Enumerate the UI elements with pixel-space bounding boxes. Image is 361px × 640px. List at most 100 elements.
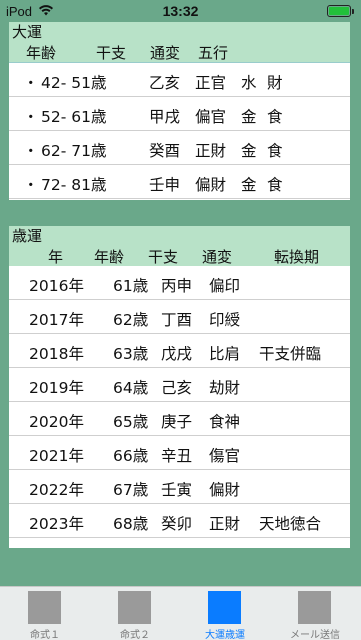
taiun-row-gogyo-2: 食 [267, 108, 283, 126]
saiun-row-kanshi: 庚子 [161, 413, 193, 431]
saiun-row[interactable]: 2024年 69歳 甲辰 偏官 天戦地沖 [9, 538, 350, 548]
taiun-row-gogyo-1: 金 [241, 142, 257, 160]
saiun-row-age: 61歳 [113, 277, 149, 295]
saiun-row-tsuhen: 劫財 [209, 379, 241, 397]
meishiki-1-icon [28, 591, 61, 624]
taiun-row-kanshi: 癸酉 [149, 142, 181, 160]
saiun-row-year: 2017年 [29, 311, 84, 329]
saiun-list[interactable]: 2016年 61歳 丙申 偏印 2017年 62歳 丁酉 印綬 2018年 63歳 戊戌 比肩 干支併臨… [9, 266, 350, 548]
taiun-panel: 大運 年齢 干支 通変 五行 ・ 42- 51歳 乙亥 正官水財・ 52- 61歳 甲戌偏… [9, 22, 350, 218]
saiun-row-kanshi: 癸卯 [161, 515, 193, 533]
battery-tip [352, 9, 354, 14]
saiun-row-age: 63歳 [113, 345, 149, 363]
saiun-row[interactable]: 2018年 63歳 戊戌 比肩 干支併臨 [9, 334, 350, 368]
saiun-row-kanshi: 己亥 [161, 379, 193, 397]
saiun-row-year: 2024年 [29, 546, 84, 548]
saiun-row-year: 2023年 [29, 515, 84, 533]
taiun-row-gogyo-2: 食 [267, 176, 283, 194]
tab-label: メール送信 [290, 630, 340, 640]
taiun-row-bullet: ・ [23, 142, 39, 160]
taiun-column-headers: 年齢 干支 通変 五行 [12, 42, 347, 62]
taiun-saiun-icon [208, 591, 241, 624]
saiun-row-tsuhen: 印綬 [209, 311, 241, 329]
taiun-row-age: 72- 81歳 [41, 176, 107, 194]
saiun-row[interactable]: 2021年 66歳 辛丑 傷官 [9, 436, 350, 470]
tab-meishiki-2[interactable]: 命式２ [90, 587, 180, 640]
meishiki-2-icon [118, 591, 151, 624]
taiun-row-gogyo-1: 水 [241, 74, 257, 92]
saiun-row-tsuhen: 食神 [209, 413, 241, 431]
saiun-row-kanshi: 壬寅 [161, 481, 193, 499]
saiun-row-age: 64歳 [113, 379, 149, 397]
taiun-row-bullet: ・ [23, 108, 39, 126]
saiun-row-tenkan: 天地徳合 [259, 515, 322, 533]
taiun-row-bullet: ・ [23, 74, 39, 92]
saiun-row-kanshi: 辛丑 [161, 447, 193, 465]
saiun-row-age: 66歳 [113, 447, 149, 465]
tab-mail-send[interactable]: メール送信 [270, 587, 360, 640]
status-bar: iPod 13:32 [0, 0, 361, 22]
saiun-row-year: 2019年 [29, 379, 84, 397]
saiun-row[interactable]: 2023年 68歳 癸卯 正財 天地徳合 [9, 504, 350, 538]
saiun-row-year: 2020年 [29, 413, 84, 431]
taiun-row-gogyo-1: 金 [241, 108, 257, 126]
saiun-panel: 歳運 年 年齢 干支 通変 転換期 2016年 61歳 丙申 偏印 2017年 62歳 丁酉… [9, 226, 350, 552]
saiun-row-kanshi: 甲辰 [161, 546, 192, 548]
taiun-row[interactable]: ・82- 91歳辛未傷官火印 [9, 199, 350, 200]
taiun-row-gogyo-1: 金 [241, 176, 257, 194]
taiun-col-age: 年齢 [26, 44, 57, 62]
taiun-col-kanshi: 干支 [96, 44, 127, 62]
taiun-row-kanshi: 壬申 [149, 176, 181, 194]
tab-taiun-saiun[interactable]: 大運歳運 [180, 587, 270, 640]
tab-bar: 命式１ 命式２ 大運歳運 メール送信 [0, 586, 361, 640]
taiun-row[interactable]: ・ 72- 81歳 壬申 偏財金食 [9, 165, 350, 199]
battery-icon [327, 5, 351, 17]
saiun-row-age: 69歳 [113, 546, 148, 548]
taiun-row-tsuhen: 偏官 [195, 108, 227, 126]
saiun-row[interactable]: 2022年 67歳 壬寅 偏財 [9, 470, 350, 504]
taiun-row-gogyo-2: 財 [267, 74, 283, 92]
saiun-row-tenkan: 干支併臨 [259, 345, 322, 363]
saiun-row-year: 2016年 [29, 277, 84, 295]
taiun-row-kanshi: 甲戌 [149, 108, 181, 126]
saiun-row-tsuhen: 偏印 [209, 277, 241, 295]
taiun-col-tsuhen: 通変 [150, 44, 181, 62]
taiun-row-tsuhen: 正財 [195, 142, 227, 160]
saiun-row-tsuhen: 偏官 [209, 546, 240, 548]
taiun-header: 大運 年齢 干支 通変 五行 [9, 22, 350, 62]
saiun-col-year: 年 [48, 248, 64, 266]
tab-label: 大運歳運 [205, 630, 245, 640]
taiun-row[interactable]: ・ 42- 51歳 乙亥 正官水財 [9, 63, 350, 97]
saiun-header: 歳運 年 年齢 干支 通変 転換期 [9, 226, 350, 266]
saiun-title: 歳運 [12, 227, 43, 245]
saiun-row-tsuhen: 偏財 [209, 481, 241, 499]
saiun-row-kanshi: 丙申 [161, 277, 193, 295]
taiun-list[interactable]: ・ 42- 51歳 乙亥 正官水財・ 52- 61歳 甲戌 偏官金食・ 62- 71歳 癸酉 正財… [9, 62, 350, 200]
saiun-row[interactable]: 2020年 65歳 庚子 食神 [9, 402, 350, 436]
saiun-row-year: 2021年 [29, 447, 84, 465]
taiun-row[interactable]: ・ 62- 71歳 癸酉 正財金食 [9, 131, 350, 165]
taiun-row-kanshi: 乙亥 [149, 74, 181, 92]
saiun-row-age: 62歳 [113, 311, 149, 329]
taiun-row-age: 62- 71歳 [41, 142, 107, 160]
taiun-row[interactable]: ・ 52- 61歳 甲戌 偏官金食 [9, 97, 350, 131]
saiun-row[interactable]: 2017年 62歳 丁酉 印綬 [9, 300, 350, 334]
taiun-row-age: 52- 61歳 [41, 108, 107, 126]
saiun-row-year: 2022年 [29, 481, 84, 499]
taiun-title: 大運 [12, 23, 43, 41]
saiun-row[interactable]: 2019年 64歳 己亥 劫財 [9, 368, 350, 402]
taiun-row-tsuhen: 正官 [195, 74, 227, 92]
saiun-col-tenkan: 転換期 [274, 248, 320, 266]
saiun-row-tsuhen: 比肩 [209, 345, 241, 363]
saiun-row-age: 65歳 [113, 413, 149, 431]
saiun-row-kanshi: 戊戌 [161, 345, 193, 363]
saiun-column-headers: 年 年齢 干支 通変 転換期 [12, 246, 347, 266]
taiun-row-gogyo-2: 食 [267, 142, 283, 160]
tab-meishiki-1[interactable]: 命式１ [0, 587, 90, 640]
saiun-row-age: 68歳 [113, 515, 149, 533]
taiun-row-bullet: ・ [23, 176, 39, 194]
saiun-col-tsuhen: 通変 [202, 248, 233, 266]
status-time: 13:32 [162, 3, 199, 19]
saiun-row-tsuhen: 傷官 [209, 447, 241, 465]
saiun-row[interactable]: 2016年 61歳 丙申 偏印 [9, 266, 350, 300]
